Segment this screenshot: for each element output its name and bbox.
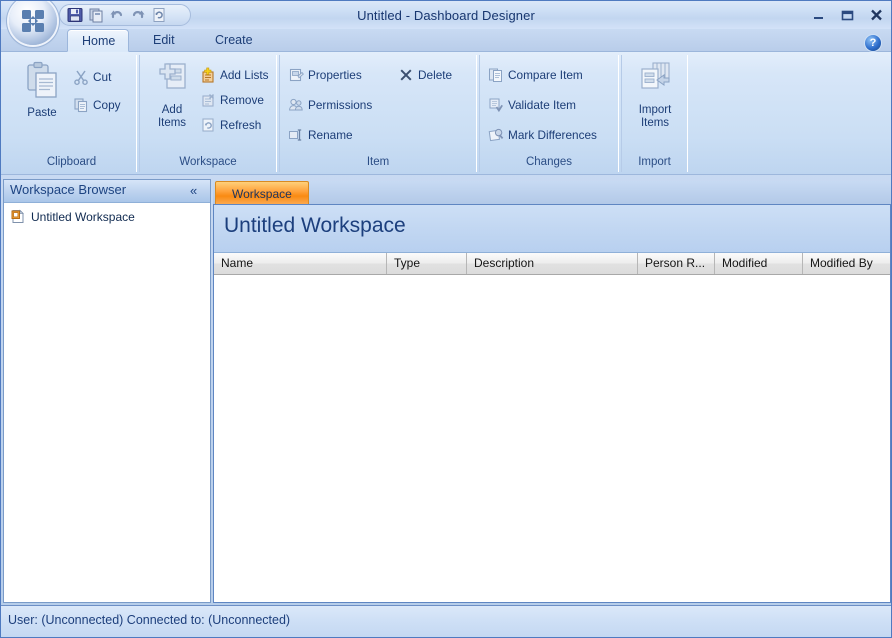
ribbon-group-label-workspace: Workspace bbox=[179, 156, 237, 168]
refresh-button[interactable]: Refresh bbox=[200, 113, 261, 137]
ribbon-group-label-import: Import bbox=[638, 156, 671, 168]
copy-icon bbox=[73, 97, 89, 113]
save-as-icon[interactable] bbox=[87, 6, 105, 24]
content-panel: Untitled Workspace Name Type Description… bbox=[213, 204, 891, 603]
mark-differences-icon bbox=[488, 127, 504, 143]
column-header-modified[interactable]: Modified bbox=[715, 253, 803, 274]
permissions-icon bbox=[288, 97, 304, 113]
tab-workspace[interactable]: Workspace bbox=[215, 181, 309, 204]
column-header-description[interactable]: Description bbox=[467, 253, 638, 274]
column-header-name[interactable]: Name bbox=[214, 253, 387, 274]
add-lists-icon bbox=[200, 67, 216, 83]
add-lists-button[interactable]: Add Lists bbox=[200, 63, 269, 87]
import-items-label-1: Import bbox=[638, 104, 672, 116]
paste-button[interactable]: Paste bbox=[13, 61, 71, 120]
properties-button[interactable]: Properties bbox=[288, 63, 362, 87]
refresh-icon[interactable] bbox=[150, 6, 168, 24]
compare-item-icon bbox=[488, 67, 504, 83]
ribbon-group-label-changes: Changes bbox=[525, 156, 573, 168]
help-icon[interactable] bbox=[865, 35, 881, 51]
column-header-type[interactable]: Type bbox=[387, 253, 467, 274]
ribbon-group-item: Properties Permissions Rename Delete Ite… bbox=[279, 55, 477, 172]
rename-label: Rename bbox=[308, 128, 353, 142]
cut-label: Cut bbox=[93, 70, 112, 84]
import-items-button[interactable]: Import Items bbox=[625, 61, 685, 130]
paste-label: Paste bbox=[27, 107, 57, 119]
mark-differences-button[interactable]: Mark Differences bbox=[488, 123, 597, 147]
tree-item-label: Untitled Workspace bbox=[31, 209, 135, 224]
mark-differences-label: Mark Differences bbox=[508, 128, 597, 142]
collapse-panel-icon[interactable]: « bbox=[190, 184, 204, 198]
delete-button[interactable]: Delete bbox=[398, 63, 452, 87]
tree-item-untitled-workspace[interactable]: Untitled Workspace bbox=[4, 207, 210, 226]
rename-button[interactable]: Rename bbox=[288, 123, 353, 147]
remove-label: Remove bbox=[220, 93, 264, 107]
office-logo-icon bbox=[22, 10, 44, 32]
remove-icon bbox=[200, 92, 216, 108]
cut-icon bbox=[73, 69, 89, 86]
workspace-browser-panel: Workspace Browser « Untitled Workspace bbox=[3, 179, 211, 603]
add-items-label-1: Add bbox=[161, 104, 183, 116]
properties-label: Properties bbox=[308, 68, 362, 82]
application-window: Untitled - Dashboard Designer Home Edit … bbox=[0, 0, 892, 638]
minimize-button[interactable] bbox=[810, 8, 827, 22]
tab-edit[interactable]: Edit bbox=[139, 29, 189, 52]
add-items-label-2: Items bbox=[157, 117, 187, 129]
validate-item-button[interactable]: Validate Item bbox=[488, 93, 576, 117]
save-icon[interactable] bbox=[66, 6, 84, 24]
compare-item-label: Compare Item bbox=[508, 68, 583, 82]
ribbon-group-workspace: Add Items Add Lists Remove Refresh Works… bbox=[139, 55, 277, 172]
office-button[interactable] bbox=[9, 1, 57, 45]
permissions-label: Permissions bbox=[308, 98, 373, 112]
maximize-button[interactable] bbox=[839, 8, 856, 22]
content-tab-strip: Workspace bbox=[213, 181, 891, 204]
workspace-document-icon bbox=[11, 209, 26, 224]
workspace-browser-header: Workspace Browser « bbox=[4, 180, 210, 203]
permissions-button[interactable]: Permissions bbox=[288, 93, 372, 117]
ribbon: Paste Cut Copy Clipboard Add Items Add L… bbox=[1, 52, 891, 175]
copy-label: Copy bbox=[93, 98, 121, 112]
ribbon-group-label-item: Item bbox=[366, 156, 390, 168]
grid-header-row: Name Type Description Person R... Modifi… bbox=[214, 253, 890, 275]
status-bar: User: (Unconnected) Connected to: (Uncon… bbox=[1, 605, 891, 637]
rename-icon bbox=[288, 127, 304, 143]
import-items-label-2: Items bbox=[640, 117, 670, 129]
add-items-icon bbox=[159, 63, 186, 89]
quick-access-toolbar bbox=[59, 4, 191, 26]
window-controls bbox=[810, 8, 885, 22]
tab-home[interactable]: Home bbox=[67, 29, 129, 52]
validate-item-icon bbox=[488, 97, 504, 113]
refresh-label: Refresh bbox=[220, 118, 262, 132]
ribbon-group-label-clipboard: Clipboard bbox=[46, 156, 97, 168]
workspace-tree: Untitled Workspace bbox=[4, 203, 210, 602]
ribbon-group-changes: Compare Item Validate Item Mark Differen… bbox=[479, 55, 619, 172]
paste-icon bbox=[27, 61, 57, 98]
delete-label: Delete bbox=[418, 68, 453, 82]
column-header-person-responsible[interactable]: Person R... bbox=[638, 253, 715, 274]
import-items-icon bbox=[641, 62, 670, 89]
column-header-modified-by[interactable]: Modified By bbox=[803, 253, 890, 274]
add-items-button[interactable]: Add Items bbox=[144, 61, 200, 130]
status-text: User: (Unconnected) Connected to: (Uncon… bbox=[8, 613, 291, 627]
refresh-icon bbox=[200, 117, 216, 133]
redo-icon[interactable] bbox=[129, 6, 147, 24]
compare-item-button[interactable]: Compare Item bbox=[488, 63, 583, 87]
content-title-bar: Untitled Workspace bbox=[214, 205, 890, 253]
tab-create[interactable]: Create bbox=[201, 29, 267, 52]
workspace-browser-title: Workspace Browser bbox=[10, 182, 127, 197]
grid-body[interactable] bbox=[214, 275, 890, 602]
copy-button[interactable]: Copy bbox=[73, 93, 121, 117]
cut-button[interactable]: Cut bbox=[73, 65, 111, 89]
validate-item-label: Validate Item bbox=[508, 98, 576, 112]
properties-icon bbox=[288, 67, 304, 83]
page-title: Untitled Workspace bbox=[224, 214, 406, 237]
undo-icon[interactable] bbox=[108, 6, 126, 24]
ribbon-group-import: Import Items Import bbox=[621, 55, 688, 172]
add-lists-label: Add Lists bbox=[220, 68, 269, 82]
ribbon-group-clipboard: Paste Cut Copy Clipboard bbox=[7, 55, 137, 172]
ribbon-tab-strip: Home Edit Create bbox=[1, 29, 891, 52]
delete-icon bbox=[398, 67, 414, 83]
remove-button[interactable]: Remove bbox=[200, 88, 264, 112]
close-button[interactable] bbox=[868, 8, 885, 22]
